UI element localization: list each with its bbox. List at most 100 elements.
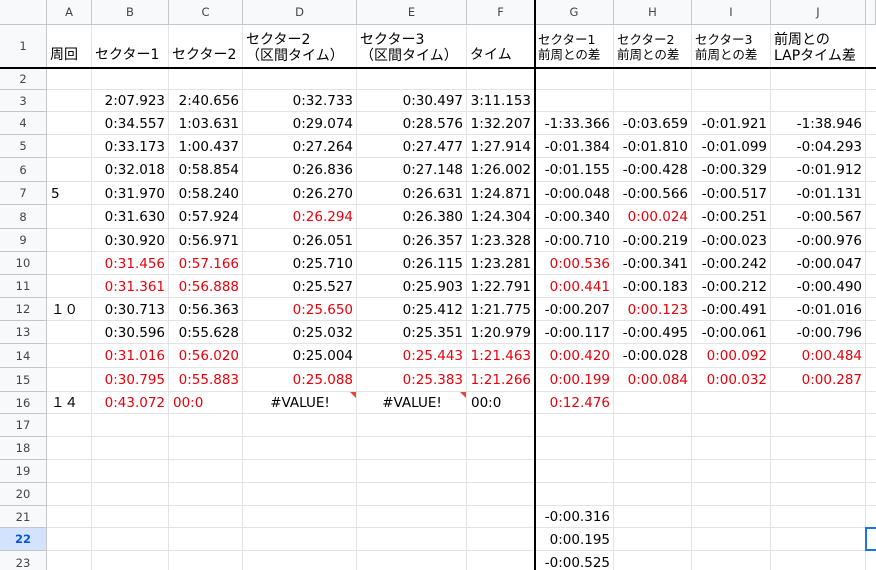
cell-e5[interactable]: 0:27.477 — [357, 140, 463, 155]
row-header-10[interactable]: 10 — [0, 252, 47, 275]
row-header-22[interactable]: 22 — [0, 528, 47, 551]
cell-f9[interactable]: 1:23.328 — [467, 234, 531, 249]
cell-a16[interactable]: １４ — [51, 396, 78, 411]
cell-j9[interactable]: -0:00.976 — [771, 234, 862, 249]
cell-c3[interactable]: 2:40.656 — [169, 94, 239, 109]
cell-f13[interactable]: 1:20.979 — [467, 326, 531, 341]
cell-j13[interactable]: -0:00.796 — [771, 326, 862, 341]
cell-f7[interactable]: 1:24.871 — [467, 187, 531, 202]
row-header-9[interactable]: 9 — [0, 229, 47, 252]
cell-g13[interactable]: -0:00.117 — [535, 326, 610, 341]
row-header-8[interactable]: 8 — [0, 205, 47, 229]
cell-h4[interactable]: -0:03.659 — [614, 117, 688, 132]
select-all-corner[interactable] — [0, 0, 47, 25]
cell-d11[interactable]: 0:25.527 — [243, 280, 353, 295]
cell-j6[interactable]: -0:01.912 — [771, 163, 862, 178]
header-cell-f[interactable]: タイム — [470, 47, 534, 63]
cell-d12[interactable]: 0:25.650 — [243, 303, 353, 318]
cell-g22[interactable]: 0:00.195 — [535, 533, 610, 548]
row-header-23[interactable]: 23 — [0, 551, 47, 570]
column-header-h[interactable]: H — [614, 0, 692, 25]
cell-j5[interactable]: -0:04.293 — [771, 140, 862, 155]
cell-f4[interactable]: 1:32.207 — [467, 117, 531, 132]
cell-h7[interactable]: -0:00.566 — [614, 187, 688, 202]
cell-g6[interactable]: -0:01.155 — [535, 163, 610, 178]
cell-d5[interactable]: 0:27.264 — [243, 140, 353, 155]
cell-b13[interactable]: 0:30.596 — [92, 326, 165, 341]
cell-g14[interactable]: 0:00.420 — [535, 349, 610, 364]
cell-d7[interactable]: 0:26.270 — [243, 187, 353, 202]
cell-j8[interactable]: -0:00.567 — [771, 210, 862, 225]
cell-c4[interactable]: 1:03.631 — [169, 117, 239, 132]
cell-i12[interactable]: -0:00.491 — [692, 303, 767, 318]
row-header-12[interactable]: 12 — [0, 298, 47, 321]
cell-e14[interactable]: 0:25.443 — [357, 349, 463, 364]
cell-i9[interactable]: -0:00.023 — [692, 234, 767, 249]
cell-d8[interactable]: 0:26.294 — [243, 210, 353, 225]
column-header-a[interactable]: A — [47, 0, 92, 25]
row-header-20[interactable]: 20 — [0, 483, 47, 506]
header-cell-b[interactable]: セクター1 — [95, 47, 168, 63]
cell-e4[interactable]: 0:28.576 — [357, 117, 463, 132]
cell-b5[interactable]: 0:33.173 — [92, 140, 165, 155]
column-header-c[interactable]: C — [169, 0, 243, 25]
cell-d9[interactable]: 0:26.051 — [243, 234, 353, 249]
cell-e8[interactable]: 0:26.380 — [357, 210, 463, 225]
cell-e10[interactable]: 0:26.115 — [357, 257, 463, 272]
cell-c11[interactable]: 0:56.888 — [169, 280, 239, 295]
cell-j11[interactable]: -0:00.490 — [771, 280, 862, 295]
cell-c12[interactable]: 0:56.363 — [169, 303, 239, 318]
cell-h10[interactable]: -0:00.341 — [614, 257, 688, 272]
cell-b8[interactable]: 0:31.630 — [92, 210, 165, 225]
cell-c9[interactable]: 0:56.971 — [169, 234, 239, 249]
cell-i10[interactable]: -0:00.242 — [692, 257, 767, 272]
column-header-i[interactable]: I — [692, 0, 771, 25]
cell-i6[interactable]: -0:00.329 — [692, 163, 767, 178]
cell-h12[interactable]: 0:00.123 — [614, 303, 688, 318]
row-header-17[interactable]: 17 — [0, 414, 47, 437]
column-header-next[interactable] — [866, 0, 876, 25]
cell-c8[interactable]: 0:57.924 — [169, 210, 239, 225]
header-cell-h[interactable]: セクター2 前周との差 — [617, 32, 691, 62]
cell-i5[interactable]: -0:01.099 — [692, 140, 767, 155]
cell-i4[interactable]: -0:01.921 — [692, 117, 767, 132]
cell-e13[interactable]: 0:25.351 — [357, 326, 463, 341]
cell-f15[interactable]: 1:21.266 — [467, 373, 531, 388]
cell-g8[interactable]: -0:00.340 — [535, 210, 610, 225]
cell-e7[interactable]: 0:26.631 — [357, 187, 463, 202]
row-header-13[interactable]: 13 — [0, 321, 47, 344]
cell-d6[interactable]: 0:26.836 — [243, 163, 353, 178]
row-header-2[interactable]: 2 — [0, 68, 47, 90]
cell-c10[interactable]: 0:57.166 — [169, 257, 239, 272]
column-header-j[interactable]: J — [771, 0, 866, 25]
column-header-b[interactable]: B — [92, 0, 169, 25]
header-cell-g[interactable]: セクター1 前周との差 — [538, 32, 613, 62]
cell-j4[interactable]: -1:38.946 — [771, 117, 862, 132]
cell-f5[interactable]: 1:27.914 — [467, 140, 531, 155]
row-header-11[interactable]: 11 — [0, 275, 47, 298]
row-header-5[interactable]: 5 — [0, 135, 47, 158]
cell-b16[interactable]: 0:43.072 — [92, 396, 165, 411]
cell-e11[interactable]: 0:25.903 — [357, 280, 463, 295]
row-header-19[interactable]: 19 — [0, 460, 47, 483]
cell-g15[interactable]: 0:00.199 — [535, 373, 610, 388]
cell-f14[interactable]: 1:21.463 — [467, 349, 531, 364]
frozen-row-divider[interactable] — [0, 67, 876, 69]
cell-g16[interactable]: 0:12.476 — [535, 396, 610, 411]
selected-cell[interactable] — [865, 527, 876, 551]
cell-d4[interactable]: 0:29.074 — [243, 117, 353, 132]
cell-i7[interactable]: -0:00.517 — [692, 187, 767, 202]
cell-c6[interactable]: 0:58.854 — [169, 163, 239, 178]
column-header-g[interactable]: G — [535, 0, 614, 25]
cell-g5[interactable]: -0:01.384 — [535, 140, 610, 155]
row-header-4[interactable]: 4 — [0, 112, 47, 135]
cell-f8[interactable]: 1:24.304 — [467, 210, 531, 225]
row-header-6[interactable]: 6 — [0, 158, 47, 182]
cell-a12[interactable]: １０ — [51, 303, 78, 318]
row-header-3[interactable]: 3 — [0, 90, 47, 112]
cell-h15[interactable]: 0:00.084 — [614, 373, 688, 388]
cell-e6[interactable]: 0:27.148 — [357, 163, 463, 178]
row-header-1[interactable]: 1 — [0, 25, 47, 68]
cell-j15[interactable]: 0:00.287 — [771, 373, 862, 388]
column-header-e[interactable]: E — [357, 0, 467, 25]
